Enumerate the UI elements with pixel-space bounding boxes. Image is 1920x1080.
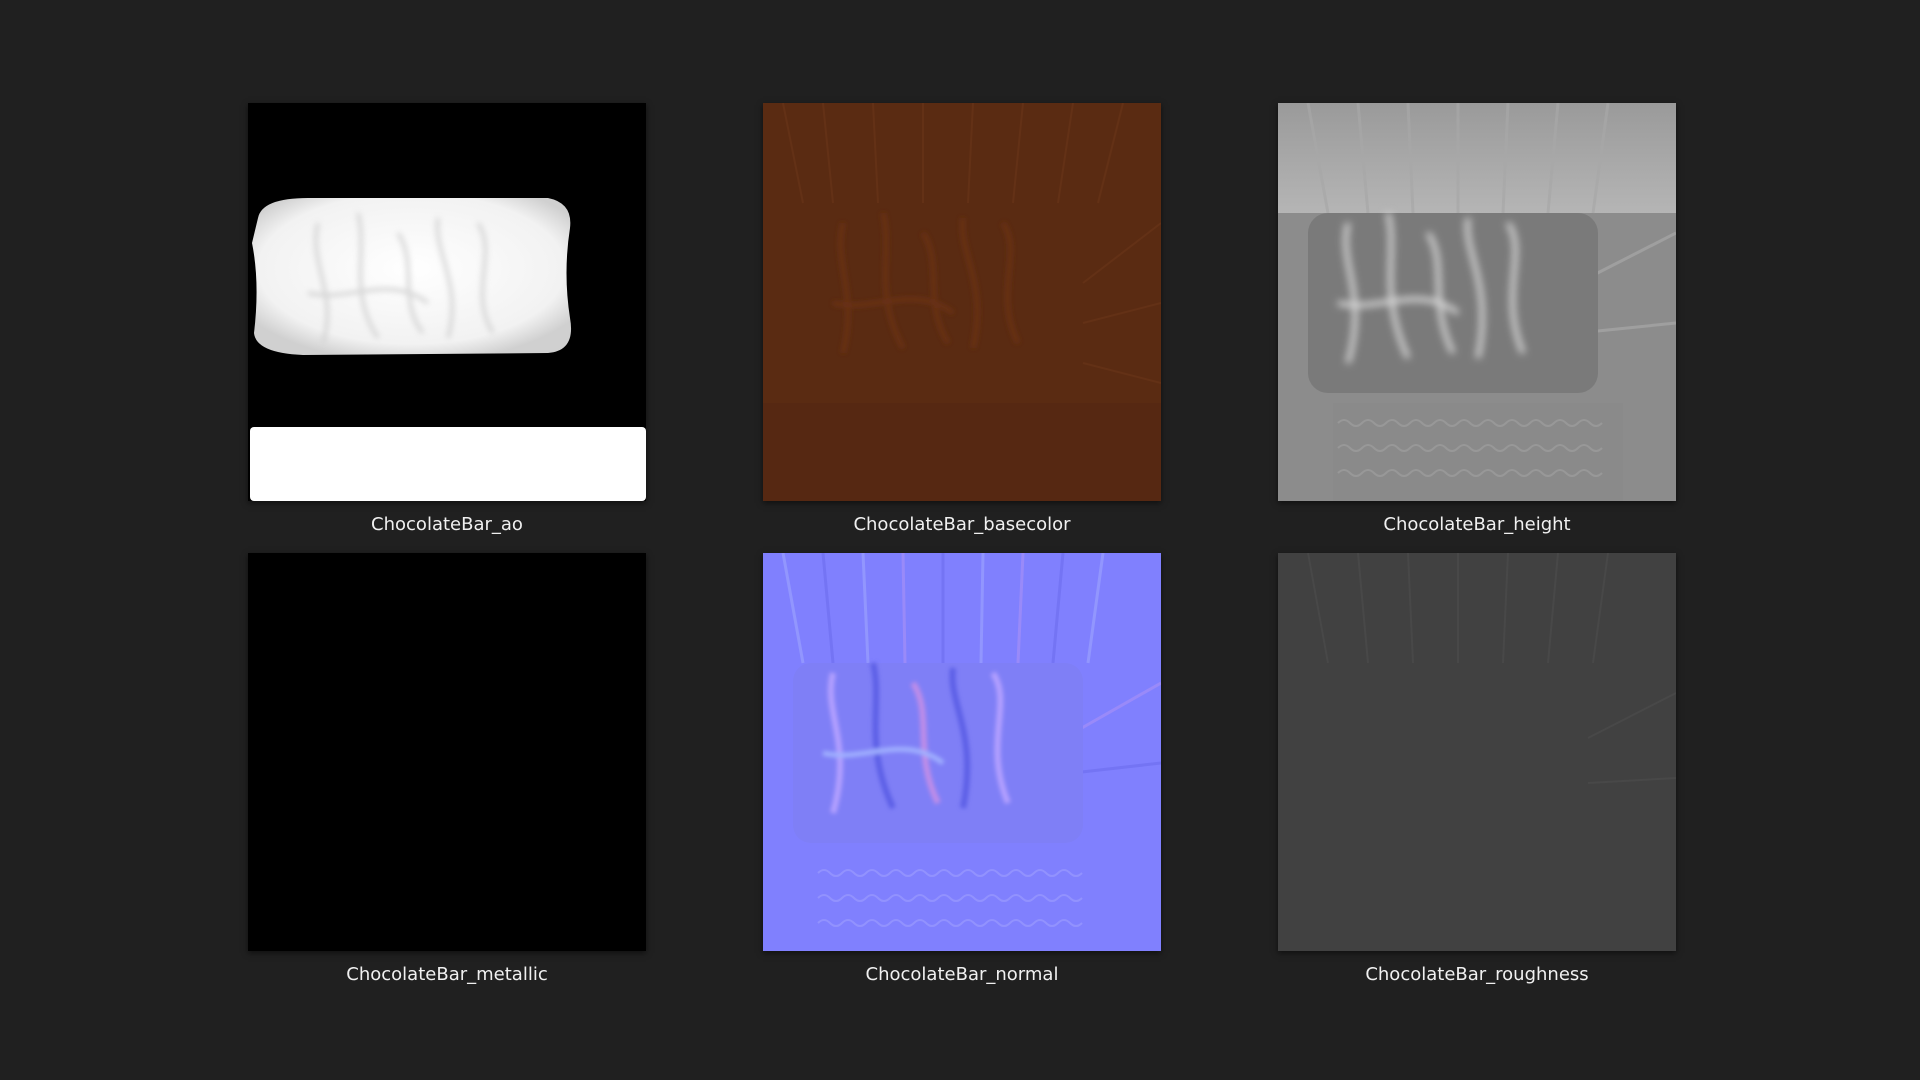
texture-tile-basecolor[interactable]: ChocolateBar_basecolor	[763, 103, 1161, 536]
texture-tile-height[interactable]: ChocolateBar_height	[1278, 103, 1676, 536]
texture-tile-metallic[interactable]: ChocolateBar_metallic	[248, 553, 646, 986]
roughness-map-image	[1278, 553, 1676, 951]
normal-map-image	[763, 553, 1161, 951]
texture-tile-roughness[interactable]: ChocolateBar_roughness	[1278, 553, 1676, 986]
height-map-image	[1278, 103, 1676, 501]
texture-thumbnail-metallic[interactable]	[248, 553, 646, 951]
texture-tile-normal[interactable]: ChocolateBar_normal	[763, 553, 1161, 986]
texture-label: ChocolateBar_roughness	[1365, 964, 1589, 985]
texture-thumbnail-basecolor[interactable]	[763, 103, 1161, 501]
texture-gallery: ChocolateBar_ao ChocolateBar_basecolor C…	[0, 0, 1920, 1080]
texture-label: ChocolateBar_ao	[371, 514, 523, 535]
texture-label: ChocolateBar_basecolor	[853, 514, 1071, 535]
texture-thumbnail-ao[interactable]	[248, 103, 646, 501]
texture-thumbnail-roughness[interactable]	[1278, 553, 1676, 951]
texture-label: ChocolateBar_height	[1383, 514, 1571, 535]
texture-label: ChocolateBar_metallic	[346, 964, 548, 985]
texture-thumbnail-normal[interactable]	[763, 553, 1161, 951]
basecolor-map-image	[763, 103, 1161, 501]
metallic-map-image	[248, 553, 646, 951]
ao-map-image	[248, 103, 646, 501]
texture-thumbnail-height[interactable]	[1278, 103, 1676, 501]
texture-tile-ao[interactable]: ChocolateBar_ao	[248, 103, 646, 536]
texture-label: ChocolateBar_normal	[865, 964, 1059, 985]
